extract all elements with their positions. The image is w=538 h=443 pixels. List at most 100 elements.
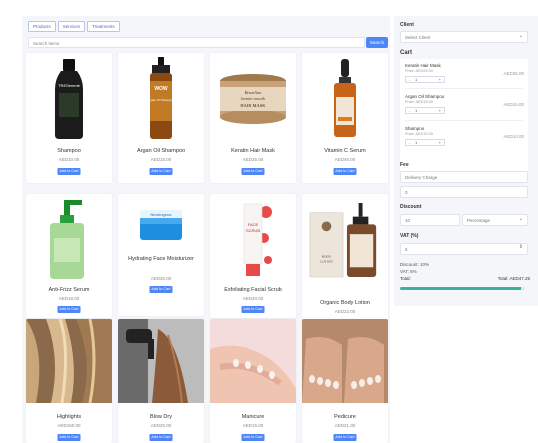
product-card-vitamin-c: Vitamin C Serum AED40.00 Add to Cart (302, 53, 388, 183)
cart-item-price: Price: AED15.00 (405, 100, 433, 104)
body-lotion-image: BODY LOTION (308, 196, 382, 284)
quantity-stepper[interactable]: - 1 + (405, 139, 445, 146)
increment-button[interactable]: + (439, 108, 441, 114)
stepper-arrows-icon[interactable]: ⇕ (519, 245, 523, 250)
blow-dry-photo (118, 319, 204, 403)
chevron-down-icon: ⌄ (518, 216, 523, 222)
service-price: AED150.00 (57, 423, 81, 428)
product-price: AED40.00 (334, 157, 356, 162)
product-panel: Products Services Treatments Search item… (22, 16, 390, 443)
scrub-text-2: SCRUB (246, 228, 260, 233)
pedicure-photo (302, 319, 388, 403)
argan-shampoo-image: WOW Argan Oil Shampoo (124, 55, 198, 143)
client-select[interactable]: Select Client ⌄ (400, 31, 528, 43)
keratin-mask-image: Brazilian keratin smooth HAIR MASK (216, 55, 290, 143)
highlights-photo (26, 319, 112, 403)
shampoo-image: TRESemmé (32, 55, 106, 143)
mask-brand-text: Brazilian (245, 90, 263, 95)
fee-label: Fee (400, 162, 409, 168)
category-tabs: Products Services Treatments (28, 21, 120, 32)
quantity-value: 1 (415, 77, 418, 82)
scrub-text-1: FACE (248, 222, 259, 227)
product-price: AED30.00 (150, 276, 172, 281)
add-to-cart-button[interactable]: Add to Cart (149, 286, 173, 293)
product-price: AED22.00 (334, 309, 356, 314)
discount-value-field[interactable]: 10 (400, 214, 460, 226)
cart-items-list: Keratin Hair Mask Price: AED25.00 - 1 + … (400, 59, 528, 171)
product-name: Keratin Hair Mask (231, 148, 275, 154)
decrement-button[interactable]: - (409, 140, 410, 146)
divider (405, 88, 523, 89)
add-to-cart-button[interactable]: Add to Cart (241, 434, 265, 441)
decrement-button[interactable]: - (409, 108, 410, 114)
shampoo-brand-text: TRESemmé (58, 83, 81, 88)
add-to-cart-button[interactable]: Add to Cart (241, 168, 265, 175)
discount-type-value: Percentage (467, 218, 491, 223)
add-to-cart-button[interactable]: Add to Cart (57, 168, 81, 175)
add-to-cart-button[interactable]: Add to Cart (57, 306, 81, 313)
service-price: AED15.00 (242, 423, 264, 428)
vat-field[interactable]: 5 ⇕ (400, 243, 528, 255)
product-card-keratin-mask: Brazilian keratin smooth HAIR MASK Kerat… (210, 53, 296, 183)
tab-services[interactable]: Services (57, 21, 86, 32)
product-price: AED18.00 (58, 296, 80, 301)
tab-treatments[interactable]: Treatments (87, 21, 120, 32)
add-to-cart-button[interactable]: Add to Cart (333, 168, 357, 175)
lotion-box-text-1: BODY (322, 255, 332, 259)
client-select-value: Select Client (405, 35, 431, 40)
product-card-moisturizer: Neutrogena Hydrating Face Moisturizer AE… (118, 194, 204, 316)
discount-label: Discount (400, 204, 422, 210)
increment-button[interactable]: + (439, 77, 441, 83)
cart-item-name: Shampoo (405, 126, 425, 131)
cart-panel: Client Select Client ⌄ Cart Keratin Hair… (394, 16, 538, 306)
quantity-value: 1 (415, 140, 418, 145)
product-name: Organic Body Lotion (320, 300, 370, 306)
fee-name-field[interactable]: Delivery Charge (400, 171, 528, 183)
service-name: Manicure (241, 414, 265, 420)
scrub-image: FACE SCRUB (216, 196, 290, 284)
cart-title: Cart (400, 50, 413, 56)
vitamin-c-image (308, 55, 382, 143)
cart-item-price: Price: AED10.00 (405, 132, 433, 136)
cart-item-price: Price: AED25.00 (405, 69, 433, 73)
product-price: AED15.00 (150, 157, 172, 162)
quantity-value: 1 (415, 108, 418, 113)
product-price: AED20.00 (242, 296, 264, 301)
fee-amount-field[interactable]: 0 (400, 186, 528, 198)
argan-brand-text: WOW (154, 86, 168, 92)
argan-label-text: Argan Oil Shampoo (148, 98, 175, 102)
total-label: Total: (400, 276, 411, 281)
manicure-photo (210, 319, 296, 403)
product-price: AED25.00 (242, 157, 264, 162)
add-to-cart-button[interactable]: Add to Cart (149, 168, 173, 175)
search-input[interactable]: Search items (28, 37, 365, 48)
discount-summary: Discount: 10% (400, 262, 430, 267)
add-to-cart-button[interactable]: Add to Cart (149, 434, 173, 441)
service-card-blow-dry: Blow Dry AED20.00 Add to Cart (118, 319, 204, 443)
tab-products[interactable]: Products (28, 21, 56, 32)
vat-summary: VAT: 5% (400, 269, 417, 274)
product-price: AED10.00 (58, 157, 80, 162)
add-to-cart-button[interactable]: Add to Cart (241, 306, 265, 313)
discount-type-select[interactable]: Percentage ⌄ (462, 214, 528, 226)
lotion-box-text-2: LOTION (320, 259, 333, 263)
service-price: AED21.00 (334, 423, 356, 428)
client-label: Client (400, 22, 414, 28)
decrement-button[interactable]: - (409, 77, 410, 83)
service-price: AED20.00 (150, 423, 172, 428)
quantity-stepper[interactable]: - 1 + (405, 107, 445, 114)
product-card-anti-frizz: Anti-Frizz Serum AED18.00 Add to Cart (26, 194, 112, 318)
quantity-stepper[interactable]: - 1 + (405, 76, 445, 83)
service-name: Highlights (56, 414, 82, 420)
product-name: Shampoo (57, 148, 81, 154)
product-card-argan-shampoo: WOW Argan Oil Shampoo Argan Oil Shampoo … (118, 53, 204, 183)
search-button[interactable]: Search (366, 37, 388, 48)
add-to-cart-button[interactable]: Add to Cart (57, 434, 81, 441)
product-name: Hydrating Face Moisturizer (128, 256, 194, 262)
increment-button[interactable]: + (439, 140, 441, 146)
total-value: Total: AED47.25 (497, 276, 530, 281)
progress-fill (400, 287, 522, 290)
add-to-cart-button[interactable]: Add to Cart (333, 434, 357, 441)
product-name: Vitamin C Serum (324, 148, 366, 154)
product-card-body-lotion: BODY LOTION Organic Body Lotion AED22.00 (302, 194, 388, 322)
